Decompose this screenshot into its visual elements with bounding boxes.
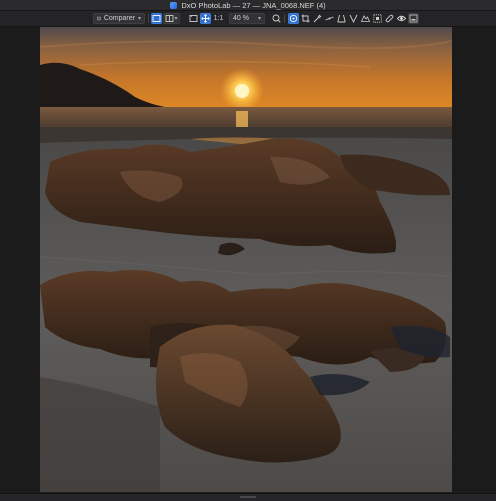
chevron-down-icon: ▾ xyxy=(174,16,178,22)
one-to-one-button[interactable]: 1:1 xyxy=(212,13,225,24)
eyedropper-icon xyxy=(313,14,322,23)
white-balance-picker-button[interactable] xyxy=(312,13,323,24)
magnifier-icon xyxy=(272,14,281,23)
title-bar: DxO PhotoLab — 27 — JNA_0068.NEF (4) xyxy=(0,0,496,11)
zoom-value: 40 % xyxy=(233,15,249,22)
separator xyxy=(148,14,149,23)
app-logo-icon xyxy=(170,1,178,9)
chevron-down-icon: ▾ xyxy=(257,16,261,22)
panel-toggle-button[interactable] xyxy=(408,13,419,24)
perspective-icon xyxy=(337,14,346,23)
volume-deformation-button[interactable] xyxy=(348,13,359,24)
perspective-tool-button[interactable] xyxy=(336,13,347,24)
landscape-photo xyxy=(40,27,452,492)
filmstrip-resize-handle[interactable] xyxy=(240,496,256,498)
red-eye-icon xyxy=(361,15,370,22)
loupe-tool-button[interactable] xyxy=(288,13,299,24)
horizon-tool-button[interactable] xyxy=(324,13,335,24)
preview-toggle-button[interactable] xyxy=(396,13,407,24)
volume-icon xyxy=(349,14,358,23)
move-tool-button[interactable] xyxy=(200,13,211,24)
compare-icon xyxy=(97,16,101,21)
local-adjustments-button[interactable] xyxy=(372,13,383,24)
photo-preview[interactable] xyxy=(40,27,452,492)
separator xyxy=(284,14,285,23)
single-view-button[interactable] xyxy=(151,13,162,24)
panel-icon xyxy=(409,14,418,23)
crop-icon xyxy=(301,14,310,23)
red-eye-tool-button[interactable] xyxy=(360,13,371,24)
chevron-down-icon: ▾ xyxy=(137,16,141,22)
split-view-button[interactable]: ▾ xyxy=(163,13,180,24)
image-viewer[interactable] xyxy=(0,27,496,493)
fit-screen-icon xyxy=(189,15,198,22)
zoom-in-button[interactable] xyxy=(271,13,282,24)
move-icon xyxy=(201,14,210,23)
split-view-icon xyxy=(166,15,174,22)
eye-icon xyxy=(397,15,406,22)
horizon-icon xyxy=(325,16,334,21)
compare-button[interactable]: Comparer ▾ xyxy=(93,13,145,24)
compare-label: Comparer xyxy=(103,15,135,22)
single-view-icon xyxy=(152,15,161,22)
zoom-select[interactable]: 40 % ▾ xyxy=(229,13,265,24)
grid-icon xyxy=(373,14,382,23)
fit-screen-button[interactable] xyxy=(188,13,199,24)
toolbar: Comparer ▾ ▾ 1:1 40 % ▾ xyxy=(0,11,496,27)
bandage-icon xyxy=(385,14,394,23)
repair-tool-button[interactable] xyxy=(384,13,395,24)
target-icon xyxy=(289,14,298,23)
crop-tool-button[interactable] xyxy=(300,13,311,24)
window-title: DxO PhotoLab — 27 — JNA_0068.NEF (4) xyxy=(181,0,326,10)
